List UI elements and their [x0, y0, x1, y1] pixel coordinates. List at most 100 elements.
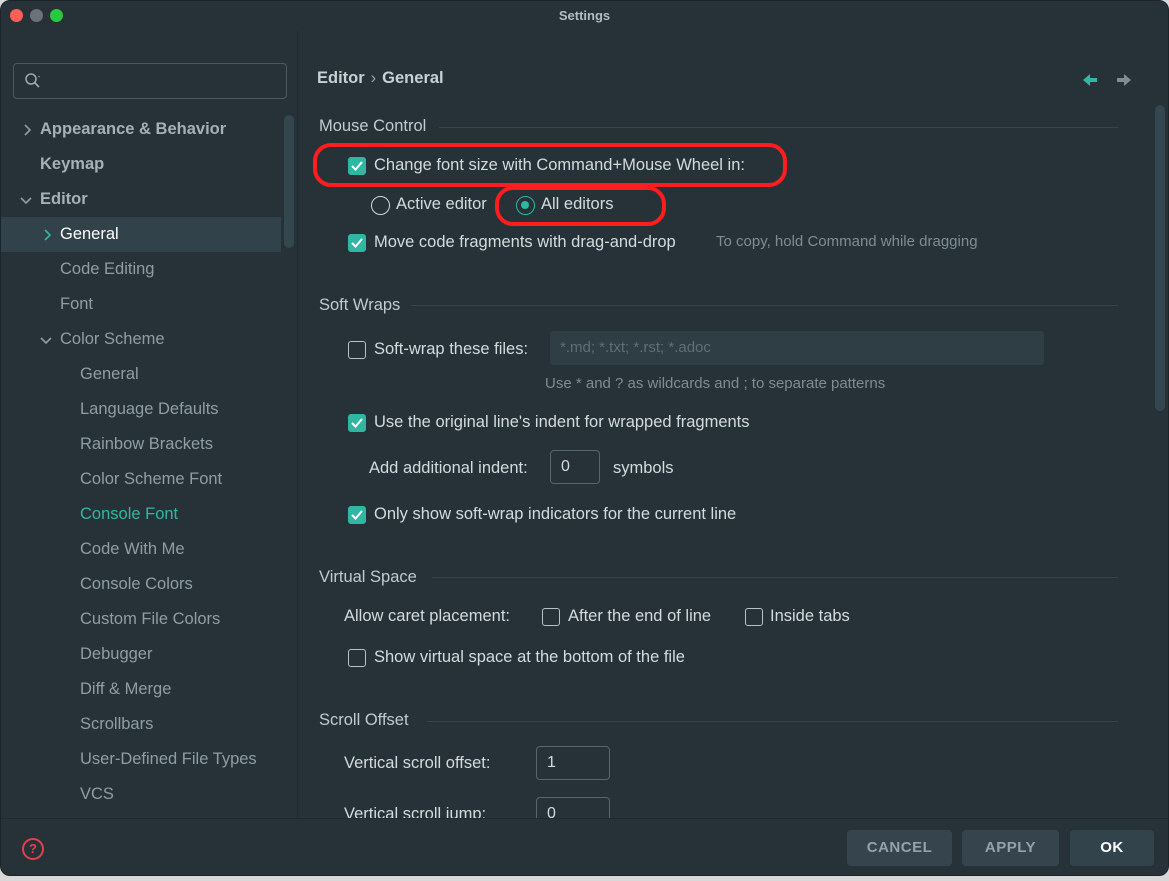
window-title: Settings: [558, 8, 611, 23]
sidebar-item-label: Editor: [40, 190, 88, 208]
sidebar-item-console-colors[interactable]: Console Colors: [1, 567, 281, 602]
sidebar-item-console-font[interactable]: Console Font: [1, 497, 281, 532]
sidebar-item-diff-merge[interactable]: Diff & Merge: [1, 672, 281, 707]
settings-content: Editor › General Mouse Control Change font…: [299, 31, 1168, 818]
sidebar-item-font[interactable]: Font: [1, 287, 281, 322]
help-icon[interactable]: ?: [22, 838, 44, 860]
only-current-line-checkbox[interactable]: [348, 506, 366, 524]
settings-sidebar: Appearance & Behavior Keymap Editor Gene…: [1, 31, 298, 818]
sidebar-item-color-scheme-font[interactable]: Color Scheme Font: [1, 462, 281, 497]
sidebar-item-color-scheme[interactable]: Color Scheme: [1, 322, 281, 357]
only-current-line-label[interactable]: Only show soft-wrap indicators for the c…: [374, 502, 736, 526]
breadcrumb-parent[interactable]: Editor: [317, 69, 365, 87]
back-arrow-icon[interactable]: [1080, 71, 1100, 89]
vertical-scroll-jump-label: Vertical scroll jump:: [344, 805, 487, 818]
checkmark-icon: [351, 238, 363, 248]
section-mouse-control: Mouse Control: [319, 117, 427, 135]
additional-indent-label: Add additional indent:: [369, 459, 528, 477]
active-editor-radio[interactable]: [371, 196, 390, 215]
sidebar-item-debugger[interactable]: Debugger: [1, 637, 281, 672]
search-icon: [25, 73, 40, 88]
checkmark-icon: [351, 418, 363, 428]
section-divider: [411, 305, 1118, 306]
section-scroll-offset: Scroll Offset: [319, 711, 409, 729]
sidebar-item-code-editing[interactable]: Code Editing: [1, 252, 281, 287]
sidebar-item-vcs[interactable]: VCS: [1, 777, 281, 812]
sidebar-item-color-scheme-general[interactable]: General: [1, 357, 281, 392]
section-divider: [432, 577, 1118, 578]
chevron-right-icon: [44, 229, 52, 241]
after-end-of-line-checkbox[interactable]: [542, 608, 560, 626]
breadcrumb-separator: ›: [370, 69, 377, 87]
sidebar-item-label: Console Colors: [80, 575, 193, 593]
all-editors-label[interactable]: All editors: [541, 192, 613, 216]
sidebar-item-label: Code Editing: [60, 260, 155, 278]
sidebar-item-label: VCS: [80, 785, 114, 803]
sidebar-item-label: General: [80, 365, 139, 383]
change-font-size-label[interactable]: Change font size with Command+Mouse Whee…: [374, 153, 745, 177]
chevron-right-icon: [24, 124, 32, 136]
sidebar-item-editor[interactable]: Editor: [1, 182, 281, 217]
move-code-hint: To copy, hold Command while dragging: [716, 233, 978, 250]
cancel-button[interactable]: CANCEL: [847, 830, 952, 866]
move-code-checkbox[interactable]: [348, 234, 366, 252]
soft-wrap-patterns-input[interactable]: *.md; *.txt; *.rst; *.adoc: [550, 331, 1044, 365]
after-end-of-line-label[interactable]: After the end of line: [568, 604, 711, 628]
sidebar-item-scrollbars[interactable]: Scrollbars: [1, 707, 281, 742]
sidebar-item-label: Code With Me: [80, 540, 185, 558]
chevron-down-icon: [40, 337, 52, 345]
ok-button[interactable]: OK: [1070, 830, 1154, 866]
sidebar-item-label: Color Scheme: [60, 330, 165, 348]
vertical-scroll-offset-label: Vertical scroll offset:: [344, 754, 491, 772]
inside-tabs-checkbox[interactable]: [745, 608, 763, 626]
section-soft-wraps: Soft Wraps: [319, 296, 401, 314]
sidebar-item-label: Color Scheme Font: [80, 470, 223, 488]
title-bar: Settings: [1, 1, 1168, 31]
search-input[interactable]: [13, 63, 287, 99]
move-code-label[interactable]: Move code fragments with drag-and-drop: [374, 230, 676, 254]
sidebar-item-label: Keymap: [40, 155, 105, 173]
sidebar-item-rainbow-brackets[interactable]: Rainbow Brackets: [1, 427, 281, 462]
show-virtual-space-label[interactable]: Show virtual space at the bottom of the …: [374, 645, 685, 669]
caret-placement-label: Allow caret placement:: [344, 607, 510, 625]
active-editor-label[interactable]: Active editor: [396, 192, 487, 216]
sidebar-item-user-defined-file-types[interactable]: User-Defined File Types: [1, 742, 281, 777]
sidebar-item-label: Console Font: [80, 505, 179, 523]
soft-wrap-files-checkbox[interactable]: [348, 341, 366, 359]
sidebar-item-label: Language Defaults: [80, 400, 219, 418]
original-indent-checkbox[interactable]: [348, 414, 366, 432]
sidebar-item-label: Appearance & Behavior: [40, 120, 227, 138]
chevron-down-icon: [20, 197, 32, 205]
checkmark-icon: [351, 510, 363, 520]
section-virtual-space: Virtual Space: [319, 568, 417, 586]
sidebar-item-label: Debugger: [80, 645, 153, 663]
section-divider: [427, 721, 1118, 722]
sidebar-item-appearance-behavior[interactable]: Appearance & Behavior: [1, 112, 281, 147]
forward-arrow-icon[interactable]: [1114, 71, 1134, 89]
background-strip: [0, 876, 1169, 881]
sidebar-item-label: Diff & Merge: [80, 680, 172, 698]
checkmark-icon: [351, 161, 363, 171]
apply-button[interactable]: APPLY: [962, 830, 1059, 866]
sidebar-item-general[interactable]: General: [1, 217, 281, 252]
sidebar-scrollbar[interactable]: [284, 115, 294, 248]
vertical-scroll-jump-input[interactable]: 0: [536, 797, 610, 818]
vertical-scroll-offset-input[interactable]: 1: [536, 746, 610, 780]
soft-wrap-files-label[interactable]: Soft-wrap these files:: [374, 337, 528, 361]
sidebar-item-custom-file-colors[interactable]: Custom File Colors: [1, 602, 281, 637]
sidebar-item-keymap[interactable]: Keymap: [1, 147, 281, 182]
original-indent-label[interactable]: Use the original line's indent for wrapp…: [374, 410, 750, 434]
additional-indent-input[interactable]: 0: [550, 450, 600, 484]
sidebar-item-label: Custom File Colors: [80, 610, 221, 628]
all-editors-radio[interactable]: [516, 196, 535, 215]
sidebar-item-label: Font: [60, 295, 94, 313]
sidebar-item-code-with-me[interactable]: Code With Me: [1, 532, 281, 567]
inside-tabs-label[interactable]: Inside tabs: [770, 604, 850, 628]
change-font-size-checkbox[interactable]: [348, 157, 366, 175]
content-scrollbar[interactable]: [1155, 105, 1165, 411]
sidebar-item-language-defaults[interactable]: Language Defaults: [1, 392, 281, 427]
sidebar-item-label: General: [60, 225, 119, 243]
show-virtual-space-checkbox[interactable]: [348, 649, 366, 667]
breadcrumb: Editor › General: [317, 69, 444, 88]
sidebar-item-label: Scrollbars: [80, 715, 154, 733]
